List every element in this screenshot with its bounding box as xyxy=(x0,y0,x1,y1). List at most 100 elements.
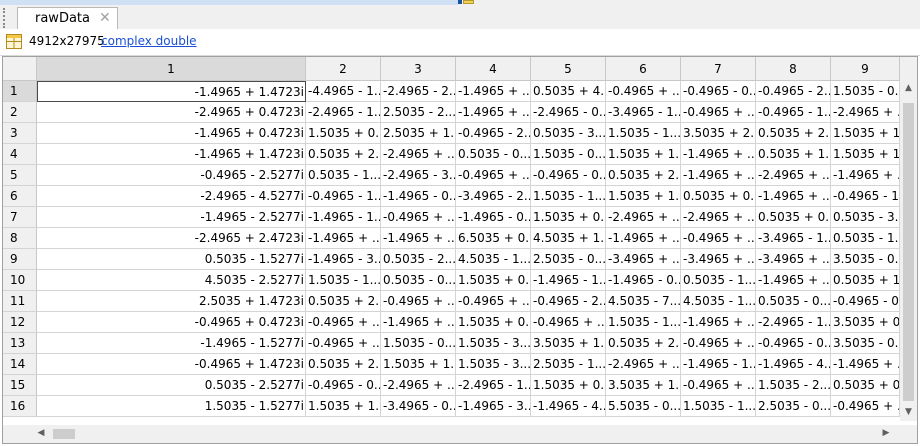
row-header-6[interactable]: 6 xyxy=(3,186,37,207)
table-cell[interactable]: -1.4965 + ... xyxy=(606,228,681,249)
table-cell[interactable]: -0.4965 + 1.4723i xyxy=(37,354,306,375)
table-cell[interactable]: -2.4965 + ... xyxy=(756,165,831,186)
table-cell[interactable]: -2.4965 - 0... xyxy=(531,102,606,123)
table-cell[interactable]: -2.4965 + 2.4723i xyxy=(37,228,306,249)
row-header-14[interactable]: 14 xyxy=(3,354,37,375)
column-header-9[interactable]: 9 xyxy=(831,57,900,81)
table-cell[interactable]: -2.4965 - 1... xyxy=(456,375,531,396)
table-cell[interactable]: -1.4965 - 0... xyxy=(606,270,681,291)
table-cell[interactable]: 1.5035 + 0... xyxy=(456,270,531,291)
row-header-16[interactable]: 16 xyxy=(3,396,37,417)
table-cell[interactable]: -2.4965 + ... xyxy=(381,144,456,165)
table-cell[interactable]: 0.5035 + 0... xyxy=(681,186,756,207)
table-cell[interactable]: -0.4965 - 0... xyxy=(531,165,606,186)
table-cell[interactable]: 0.5035 - 1... xyxy=(306,165,381,186)
table-cell[interactable]: 1.5035 - 1... xyxy=(306,270,381,291)
table-cell[interactable]: 1.5035 + 0... xyxy=(531,207,606,228)
table-cell[interactable]: -2.4965 - 1... xyxy=(756,312,831,333)
table-cell[interactable]: 2.5035 - 1... xyxy=(531,354,606,375)
table-cell[interactable]: -0.4965 + ... xyxy=(381,207,456,228)
table-cell[interactable]: 4.5035 + 1... xyxy=(531,228,606,249)
table-cell[interactable]: 0.5035 - 0... xyxy=(756,291,831,312)
table-cell[interactable]: 1.5035 + 1... xyxy=(381,354,456,375)
table-cell[interactable]: 0.5035 + 2... xyxy=(306,144,381,165)
table-cell[interactable]: -0.4965 + ... xyxy=(681,333,756,354)
table-cell[interactable]: -1.4965 - 1... xyxy=(681,354,756,375)
table-cell[interactable]: 2.5035 - 2... xyxy=(381,102,456,123)
row-header-11[interactable]: 11 xyxy=(3,291,37,312)
table-cell[interactable]: -3.4965 + ... xyxy=(756,249,831,270)
column-header-6[interactable]: 6 xyxy=(606,57,681,81)
chevron-left-icon[interactable]: ◀ xyxy=(35,428,47,438)
table-cell[interactable]: 4.5035 - 1... xyxy=(456,249,531,270)
table-cell[interactable]: -0.4965 - 0... xyxy=(756,333,831,354)
horizontal-scroll-thumb[interactable] xyxy=(53,429,75,439)
table-cell[interactable]: -0.4965 + ... xyxy=(381,291,456,312)
table-cell[interactable]: -1.4965 - 1... xyxy=(531,270,606,291)
table-cell[interactable]: -0.4965 - 1... xyxy=(756,102,831,123)
table-cell[interactable]: -1.4965 + 1.4723i xyxy=(37,144,306,165)
table-cell[interactable]: -1.4965 - 1... xyxy=(306,207,381,228)
table-cell[interactable]: -2.4965 + ... xyxy=(381,375,456,396)
table-cell[interactable]: -1.4965 - 4... xyxy=(531,396,606,417)
column-header-1[interactable]: 1 xyxy=(37,57,306,81)
table-cell[interactable]: 1.5035 - 0... xyxy=(831,81,900,102)
table-cell[interactable]: -0.4965 + ... xyxy=(456,165,531,186)
table-cell[interactable]: -0.4965 + ... xyxy=(831,396,900,417)
table-cell[interactable]: 1.5035 - 2... xyxy=(756,375,831,396)
table-cell[interactable]: 2.5035 + 1... xyxy=(381,123,456,144)
table-cell[interactable]: 3.5035 + 1... xyxy=(531,333,606,354)
vertical-scrollbar[interactable]: ▲ ▼ xyxy=(900,81,917,421)
table-cell[interactable]: 4.5035 - 7... xyxy=(606,291,681,312)
table-cell[interactable]: -1.4965 - 1.5277i xyxy=(37,333,306,354)
table-cell[interactable]: -0.4965 + ... xyxy=(531,312,606,333)
table-cell[interactable]: -0.4965 - 0... xyxy=(306,375,381,396)
table-cell[interactable]: -2.4965 - 3... xyxy=(381,165,456,186)
table-cell[interactable]: -0.4965 + ... xyxy=(681,375,756,396)
column-header-8[interactable]: 8 xyxy=(756,57,831,81)
table-cell[interactable]: -2.4965 + ... xyxy=(831,102,900,123)
table-cell[interactable]: 0.5035 - 3... xyxy=(831,207,900,228)
table-cell[interactable]: 0.5035 - 0... xyxy=(456,144,531,165)
variable-class-link[interactable]: complex double xyxy=(101,34,197,48)
table-cell[interactable]: 5.5035 - 0... xyxy=(606,396,681,417)
table-cell[interactable]: -4.4965 - 1... xyxy=(306,81,381,102)
horizontal-scrollbar[interactable]: ◀ ▶ xyxy=(3,425,900,443)
table-cell[interactable]: -1.4965 + ... xyxy=(381,312,456,333)
table-cell[interactable]: -3.4965 + ... xyxy=(606,249,681,270)
chevron-up-icon[interactable]: ▲ xyxy=(900,83,917,93)
table-cell[interactable]: -1.4965 + ... xyxy=(381,228,456,249)
tab-label[interactable]: rawData xyxy=(35,11,90,26)
table-cell[interactable]: -0.4965 + ... xyxy=(681,102,756,123)
table-cell[interactable]: -1.4965 - 3... xyxy=(306,249,381,270)
row-header-13[interactable]: 13 xyxy=(3,333,37,354)
table-cell[interactable]: 1.5035 - 3... xyxy=(456,354,531,375)
table-cell[interactable]: -2.4965 - 1... xyxy=(306,102,381,123)
column-header-2[interactable]: 2 xyxy=(306,57,381,81)
table-cell[interactable]: -3.4965 - 1... xyxy=(606,102,681,123)
table-cell[interactable]: -0.4965 + ... xyxy=(456,291,531,312)
tab-rawdata[interactable]: rawData ✕ xyxy=(17,7,118,29)
table-cell[interactable]: 1.5035 - 3... xyxy=(456,333,531,354)
table-cell[interactable]: -1.4965 - 0... xyxy=(381,186,456,207)
table-cell[interactable]: -1.4965 + ... xyxy=(681,144,756,165)
table-cell[interactable]: -1.4965 - 0... xyxy=(456,207,531,228)
table-cell[interactable]: 1.5035 - 1.5277i xyxy=(37,396,306,417)
row-header-9[interactable]: 9 xyxy=(3,249,37,270)
chevron-right-icon[interactable]: ▶ xyxy=(880,428,892,438)
table-cell[interactable]: 3.5035 - 0... xyxy=(831,333,900,354)
table-cell[interactable]: -0.4965 + ... xyxy=(606,81,681,102)
table-cell[interactable]: 0.5035 - 3... xyxy=(531,123,606,144)
table-cell[interactable]: -2.4965 + 0.4723i xyxy=(37,102,306,123)
table-cell[interactable]: -2.4965 - 2... xyxy=(381,81,456,102)
column-header-5[interactable]: 5 xyxy=(531,57,606,81)
table-cell[interactable]: -0.4965 - 0... xyxy=(681,81,756,102)
chevron-down-icon[interactable]: ▼ xyxy=(900,407,917,417)
row-header-7[interactable]: 7 xyxy=(3,207,37,228)
row-header-1[interactable]: 1 xyxy=(3,81,37,102)
table-cell[interactable]: 0.5035 + 2... xyxy=(606,333,681,354)
table-cell[interactable]: -0.4965 - 2... xyxy=(456,123,531,144)
table-cell[interactable]: 3.5035 + 2... xyxy=(681,123,756,144)
table-cell[interactable]: -3.4965 - 2... xyxy=(456,186,531,207)
table-cell[interactable]: 0.5035 + 2... xyxy=(306,291,381,312)
